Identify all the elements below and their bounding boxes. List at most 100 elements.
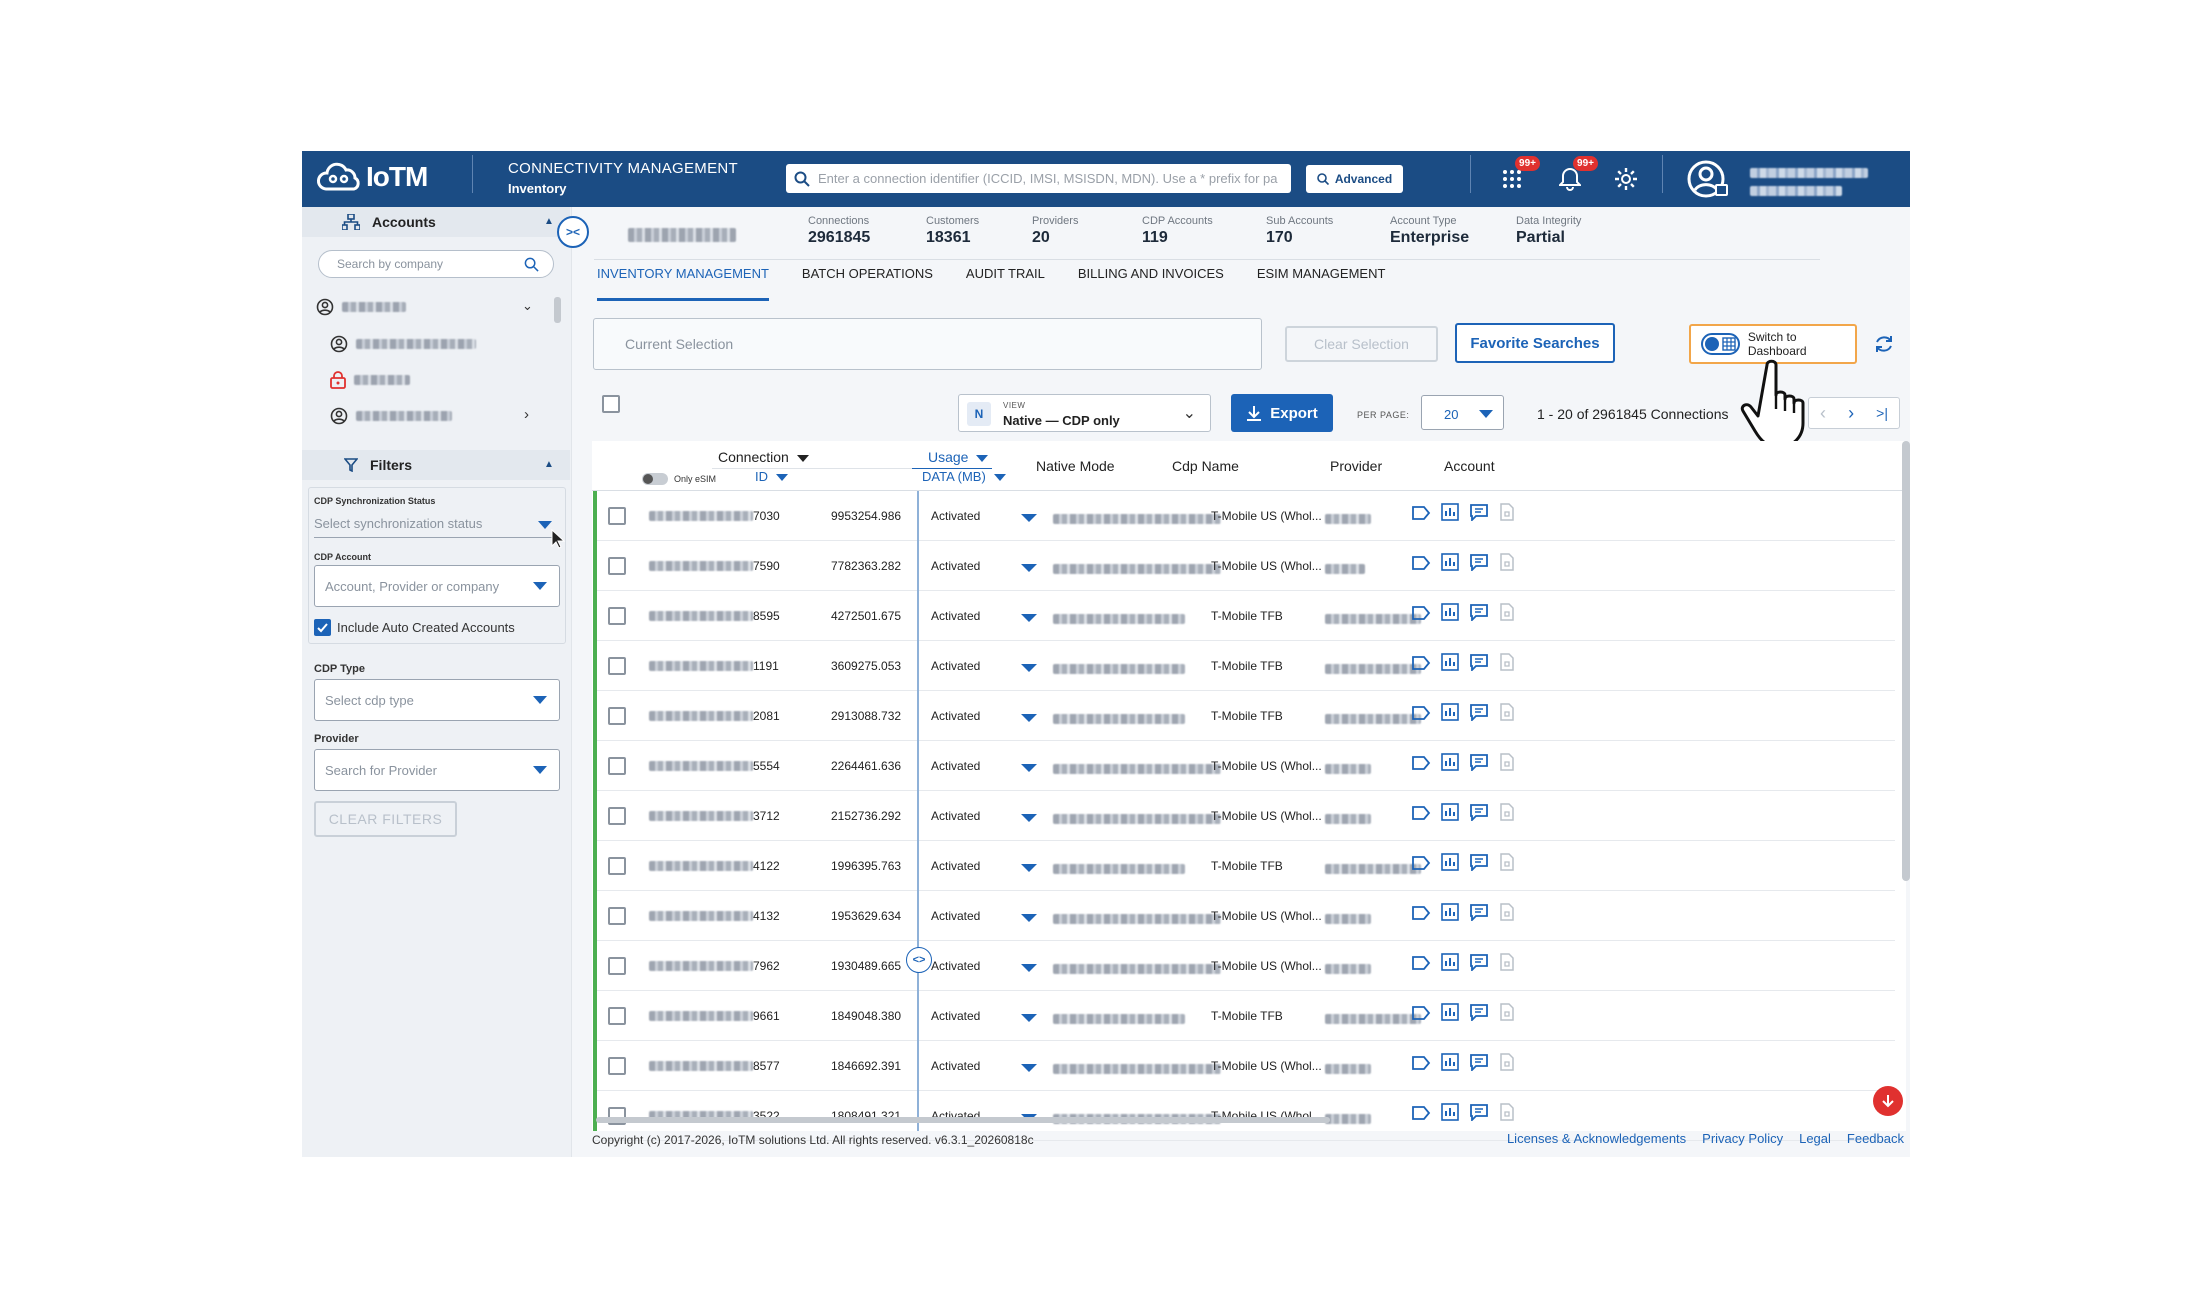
connection-id[interactable]: 3712	[649, 809, 780, 823]
export-button[interactable]: Export	[1231, 394, 1333, 432]
column-resize-handle[interactable]: <>	[906, 947, 932, 973]
sim-card-icon[interactable]	[1499, 503, 1515, 521]
account-tree-item[interactable]: ⌄	[316, 298, 533, 316]
native-mode-dropdown-icon[interactable]	[1021, 814, 1037, 822]
connection-id[interactable]: 9661	[649, 1009, 780, 1023]
chart-icon[interactable]	[1441, 853, 1459, 871]
sim-card-icon[interactable]	[1499, 1103, 1515, 1121]
col-native-mode[interactable]: Native Mode	[1036, 458, 1115, 474]
table-row[interactable]: 8577 1846692.391 Activated T-Mobile US (Who…	[595, 1041, 1895, 1091]
sim-card-icon[interactable]	[1499, 1053, 1515, 1071]
tag-icon[interactable]	[1411, 753, 1431, 773]
sim-card-icon[interactable]	[1499, 553, 1515, 571]
tag-icon[interactable]	[1411, 653, 1431, 673]
message-icon[interactable]	[1469, 553, 1489, 571]
chart-icon[interactable]	[1441, 953, 1459, 971]
view-select[interactable]: N VIEW Native — CDP only ⌄	[958, 394, 1211, 432]
sim-card-icon[interactable]	[1499, 753, 1515, 771]
tag-icon[interactable]	[1411, 803, 1431, 823]
tag-icon[interactable]	[1411, 603, 1431, 623]
only-esim-toggle[interactable]: Only eSIM	[642, 473, 716, 485]
column-resize-divider[interactable]	[917, 491, 919, 1131]
col-connection[interactable]: Connection	[718, 449, 809, 465]
row-checkbox[interactable]	[608, 907, 626, 925]
tag-icon[interactable]	[1411, 1053, 1431, 1073]
native-mode-dropdown-icon[interactable]	[1021, 864, 1037, 872]
row-checkbox[interactable]	[608, 757, 626, 775]
chart-icon[interactable]	[1441, 1003, 1459, 1021]
tag-icon[interactable]	[1411, 903, 1431, 923]
sim-card-icon[interactable]	[1499, 653, 1515, 671]
tab-esim-management[interactable]: ESIM MANAGEMENT	[1257, 266, 1386, 301]
chevron-up-icon[interactable]: ▲	[544, 216, 554, 227]
vertical-scrollbar[interactable]	[1902, 441, 1910, 881]
connection-id[interactable]: 4132	[649, 909, 780, 923]
native-mode-dropdown-icon[interactable]	[1021, 514, 1037, 522]
chart-icon[interactable]	[1441, 753, 1459, 771]
tag-icon[interactable]	[1411, 1103, 1431, 1123]
next-page-icon[interactable]: ›	[1848, 403, 1854, 424]
account-tree-item[interactable]	[330, 371, 410, 389]
sim-card-icon[interactable]	[1499, 853, 1515, 871]
global-search-input[interactable]	[818, 171, 1278, 186]
filters-section-header[interactable]: Filters ▲	[302, 450, 570, 480]
row-checkbox[interactable]	[608, 807, 626, 825]
connection-id[interactable]: 8577	[649, 1059, 780, 1073]
col-provider[interactable]: Provider	[1330, 458, 1382, 474]
table-row[interactable]: 2081 2913088.732 Activated T-Mobile TFB	[595, 691, 1895, 741]
tag-icon[interactable]	[1411, 703, 1431, 723]
col-data-mb[interactable]: DATA (MB)	[922, 469, 1006, 484]
message-icon[interactable]	[1469, 803, 1489, 821]
chart-icon[interactable]	[1441, 803, 1459, 821]
native-mode-dropdown-icon[interactable]	[1021, 614, 1037, 622]
sim-card-icon[interactable]	[1499, 803, 1515, 821]
table-row[interactable]: 4132 1953629.634 Activated T-Mobile US (Who…	[595, 891, 1895, 941]
chart-icon[interactable]	[1441, 1053, 1459, 1071]
message-icon[interactable]	[1469, 653, 1489, 671]
chevron-up-icon[interactable]: ▲	[544, 459, 554, 470]
col-account[interactable]: Account	[1444, 458, 1495, 474]
col-usage[interactable]: Usage	[928, 449, 989, 465]
tag-icon[interactable]	[1411, 953, 1431, 973]
cdp-account-select[interactable]: Account, Provider or company	[314, 565, 560, 607]
sort-down-icon[interactable]	[976, 454, 989, 462]
connection-id[interactable]: 1191	[649, 659, 779, 673]
table-row[interactable]: 4122 1996395.763 Activated T-Mobile TFB	[595, 841, 1895, 891]
user-name[interactable]	[1750, 164, 1868, 182]
connection-id[interactable]: 5554	[649, 759, 780, 773]
collapse-sidebar-button[interactable]: ><	[557, 216, 589, 248]
native-mode-dropdown-icon[interactable]	[1021, 914, 1037, 922]
table-row[interactable]: 8595 4272501.675 Activated T-Mobile TFB	[595, 591, 1895, 641]
apps-grid-button[interactable]: 99+	[1498, 156, 1540, 193]
chart-icon[interactable]	[1441, 903, 1459, 921]
message-icon[interactable]	[1469, 953, 1489, 971]
notifications-button[interactable]: 99+	[1556, 156, 1598, 193]
accounts-section-header[interactable]: Accounts ▲	[302, 207, 570, 237]
table-row[interactable]: 7590 7782363.282 Activated T-Mobile US (Who…	[595, 541, 1895, 591]
connection-id[interactable]: 8595	[649, 609, 780, 623]
table-row[interactable]: 7962 1930489.665 Activated T-Mobile US (Who…	[595, 941, 1895, 991]
prev-page-icon[interactable]: ‹	[1820, 403, 1826, 424]
cdp-type-select[interactable]: Select cdp type	[314, 679, 560, 721]
switch-to-dashboard-toggle[interactable]: Switch to Dashboard	[1689, 324, 1857, 364]
table-row[interactable]: 3712 2152736.292 Activated T-Mobile US (Who…	[595, 791, 1895, 841]
clear-selection-button[interactable]: Clear Selection	[1285, 326, 1438, 362]
message-icon[interactable]	[1469, 603, 1489, 621]
account-tree-item[interactable]: ›	[330, 406, 529, 425]
sim-card-icon[interactable]	[1499, 903, 1515, 921]
native-mode-dropdown-icon[interactable]	[1021, 1064, 1037, 1072]
favorite-searches-button[interactable]: Favorite Searches	[1455, 323, 1615, 363]
message-icon[interactable]	[1469, 1103, 1489, 1121]
native-mode-dropdown-icon[interactable]	[1021, 764, 1037, 772]
connection-id[interactable]: 7030	[649, 509, 780, 523]
checkbox-checked-icon[interactable]	[314, 619, 331, 636]
sim-card-icon[interactable]	[1499, 1003, 1515, 1021]
table-row[interactable]: 7030 9953254.986 Activated T-Mobile US (Who…	[595, 491, 1895, 541]
sim-card-icon[interactable]	[1499, 953, 1515, 971]
sort-down-icon[interactable]	[993, 474, 1006, 482]
tab-batch-operations[interactable]: BATCH OPERATIONS	[802, 266, 933, 301]
row-checkbox[interactable]	[608, 1057, 626, 1075]
native-mode-dropdown-icon[interactable]	[1021, 1014, 1037, 1022]
chevron-down-icon[interactable]: ⌄	[522, 298, 533, 314]
native-mode-dropdown-icon[interactable]	[1021, 564, 1037, 572]
